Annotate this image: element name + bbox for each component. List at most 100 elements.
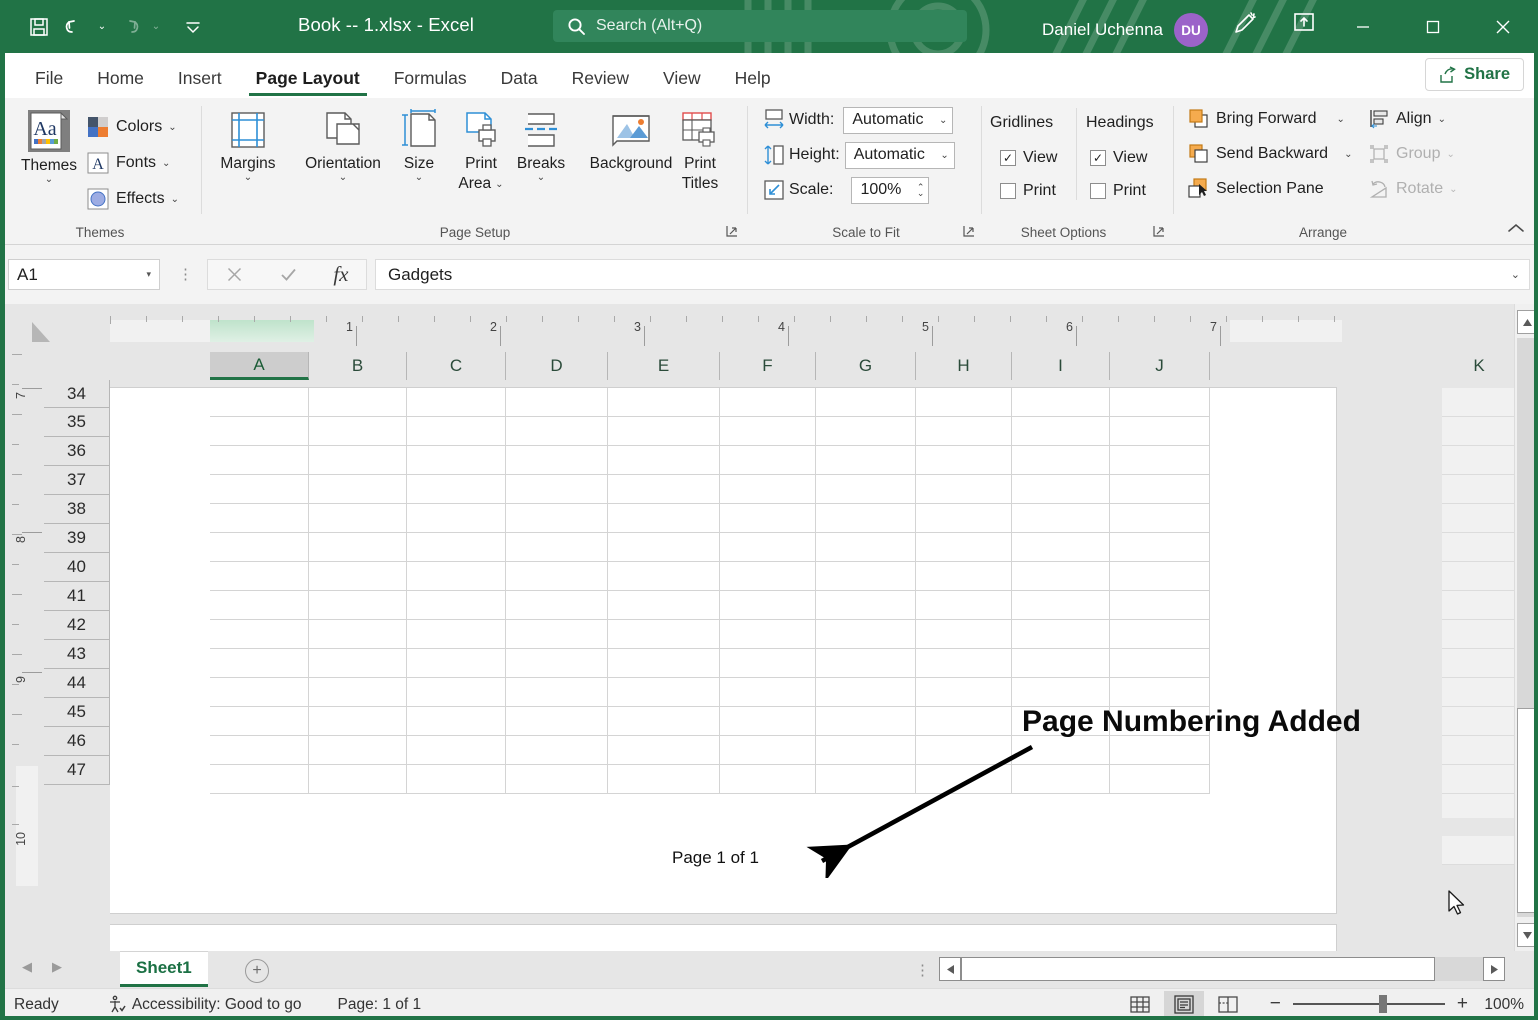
cell-D34[interactable] xyxy=(506,388,608,417)
cell-H36[interactable] xyxy=(916,446,1012,475)
cell-H43[interactable] xyxy=(916,649,1012,678)
cell-I34[interactable] xyxy=(1012,388,1110,417)
cell-F40[interactable] xyxy=(720,562,816,591)
gridlines-view-checkbox[interactable]: ✓ View xyxy=(1000,149,1057,167)
cell-I47[interactable] xyxy=(1012,765,1110,794)
cell-K39[interactable] xyxy=(1442,533,1516,562)
column-header-G[interactable]: G xyxy=(816,352,916,380)
minimize-button[interactable] xyxy=(1328,0,1398,53)
maximize-button[interactable] xyxy=(1398,0,1468,53)
tab-data[interactable]: Data xyxy=(488,68,551,98)
undo-dropdown-icon[interactable]: ⌄ xyxy=(94,21,110,32)
cell-H41[interactable] xyxy=(916,591,1012,620)
name-box[interactable]: A1 ▾ xyxy=(8,259,160,290)
cell-I44[interactable] xyxy=(1012,678,1110,707)
cell-F39[interactable] xyxy=(720,533,816,562)
cell-C41[interactable] xyxy=(407,591,506,620)
cell-B38[interactable] xyxy=(309,504,407,533)
tab-view[interactable]: View xyxy=(650,68,714,98)
cell-K44[interactable] xyxy=(1442,678,1516,707)
headings-view-checkbox[interactable]: ✓ View xyxy=(1090,149,1147,167)
customize-qat-icon[interactable] xyxy=(176,10,210,44)
orientation-button[interactable]: Orientation ⌄ xyxy=(295,108,391,183)
cell-J35[interactable] xyxy=(1110,417,1210,446)
column-header-A[interactable]: A xyxy=(210,352,309,380)
cell-A43[interactable] xyxy=(210,649,309,678)
cell-B36[interactable] xyxy=(309,446,407,475)
fonts-dropdown-icon[interactable]: ⌄ xyxy=(162,158,170,169)
cell-G36[interactable] xyxy=(816,446,916,475)
pen-ink-icon[interactable] xyxy=(1232,10,1258,41)
cell-E43[interactable] xyxy=(608,649,720,678)
close-button[interactable] xyxy=(1468,0,1538,53)
width-dropdown[interactable]: Automatic ⌄ xyxy=(843,107,953,134)
cell-K36[interactable] xyxy=(1442,446,1516,475)
cell-H47[interactable] xyxy=(916,765,1012,794)
cell-E42[interactable] xyxy=(608,620,720,649)
cell-G40[interactable] xyxy=(816,562,916,591)
cell-H45[interactable] xyxy=(916,707,1012,736)
cell-E40[interactable] xyxy=(608,562,720,591)
cell-K45[interactable] xyxy=(1442,707,1516,736)
cell-F47[interactable] xyxy=(720,765,816,794)
cell-K46[interactable] xyxy=(1442,736,1516,765)
cell-C47[interactable] xyxy=(407,765,506,794)
cell-D36[interactable] xyxy=(506,446,608,475)
row-header-45[interactable]: 45 xyxy=(44,698,110,727)
cell-J36[interactable] xyxy=(1110,446,1210,475)
sheet-tab-sheet1[interactable]: Sheet1 xyxy=(120,951,208,987)
accessibility-status[interactable]: Accessibility: Good to go xyxy=(107,995,302,1014)
enter-icon[interactable] xyxy=(279,265,298,284)
cell-F35[interactable] xyxy=(720,417,816,446)
rotate-dropdown-icon[interactable]: ⌄ xyxy=(1449,184,1457,195)
cell-K47[interactable] xyxy=(1442,765,1516,794)
cell-G44[interactable] xyxy=(816,678,916,707)
zoom-in-button[interactable]: + xyxy=(1457,993,1468,1015)
cell-D46[interactable] xyxy=(506,736,608,765)
cell-I41[interactable] xyxy=(1012,591,1110,620)
page-layout-view-button[interactable] xyxy=(1164,991,1204,1018)
column-header-F[interactable]: F xyxy=(720,352,816,380)
formula-bar-grip[interactable]: ⋮ xyxy=(178,265,193,283)
row-header-34[interactable]: 34 xyxy=(44,380,110,408)
column-header-D[interactable]: D xyxy=(506,352,608,380)
cell-A36[interactable] xyxy=(210,446,309,475)
zoom-slider[interactable] xyxy=(1293,1003,1445,1005)
worksheet-grid[interactable]: Page 1 of 1 xyxy=(110,380,1516,951)
scroll-left-button[interactable] xyxy=(939,957,961,981)
cell-D40[interactable] xyxy=(506,562,608,591)
cell-G35[interactable] xyxy=(816,417,916,446)
cell-K48[interactable] xyxy=(1442,794,1516,818)
undo-icon[interactable] xyxy=(58,10,92,44)
effects-button[interactable]: Effects ⌄ xyxy=(86,186,179,212)
cell-J47[interactable] xyxy=(1110,765,1210,794)
tab-insert[interactable]: Insert xyxy=(165,68,235,98)
colors-button[interactable]: Colors ⌄ xyxy=(86,114,177,140)
themes-button[interactable]: Aa Themes ⌄ xyxy=(12,108,86,185)
cell-E34[interactable] xyxy=(608,388,720,417)
cell-A37[interactable] xyxy=(210,475,309,504)
margins-dropdown-icon[interactable]: ⌄ xyxy=(244,173,252,183)
cell-K34[interactable] xyxy=(1442,388,1516,417)
cell-D43[interactable] xyxy=(506,649,608,678)
scale-spinner[interactable]: 100% ⌃⌄ xyxy=(851,177,929,204)
cell-G41[interactable] xyxy=(816,591,916,620)
scroll-right-button[interactable] xyxy=(1483,957,1505,981)
formula-input[interactable]: Gadgets ⌄ xyxy=(375,259,1530,290)
cell-B46[interactable] xyxy=(309,736,407,765)
cell-C39[interactable] xyxy=(407,533,506,562)
selection-pane-button[interactable]: Selection Pane xyxy=(1188,176,1324,202)
send-backward-dropdown-icon[interactable]: ⌄ xyxy=(1344,149,1352,160)
cell-K43[interactable] xyxy=(1442,649,1516,678)
cell-K38[interactable] xyxy=(1442,504,1516,533)
cell-J40[interactable] xyxy=(1110,562,1210,591)
ribbon-display-options-icon[interactable] xyxy=(1292,10,1316,41)
cell-E44[interactable] xyxy=(608,678,720,707)
row-header-38[interactable]: 38 xyxy=(44,495,110,524)
headings-print-checkbox[interactable]: Print xyxy=(1090,182,1146,200)
cell-K41[interactable] xyxy=(1442,591,1516,620)
breaks-dropdown-icon[interactable]: ⌄ xyxy=(537,173,545,183)
group-button[interactable]: Group ⌄ xyxy=(1368,141,1455,167)
cell-A40[interactable] xyxy=(210,562,309,591)
cell-G38[interactable] xyxy=(816,504,916,533)
